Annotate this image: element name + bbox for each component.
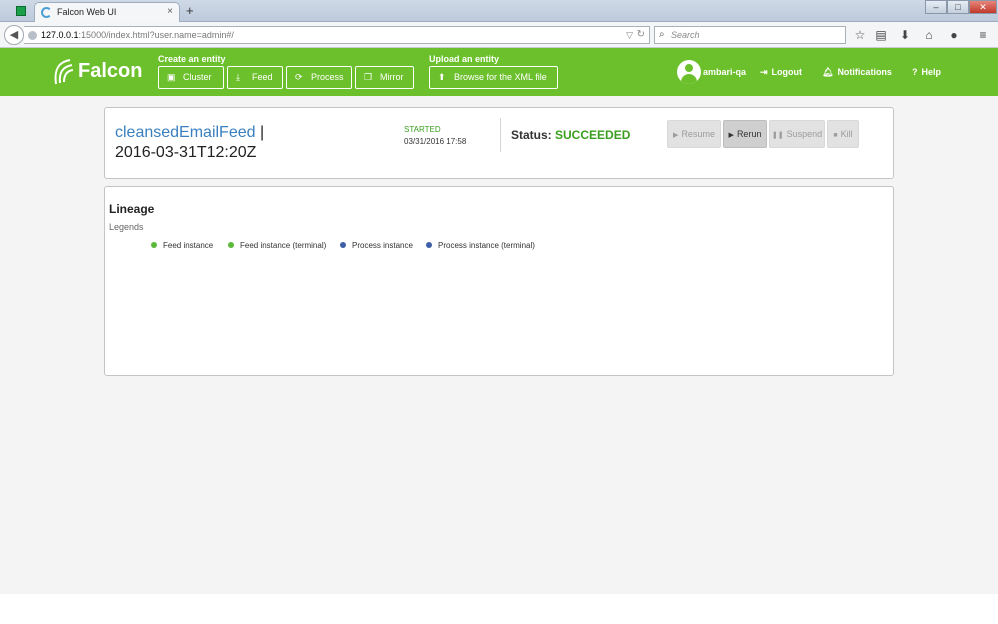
create-entity-label: Create an entity [158, 54, 226, 64]
url-dropdown-icon[interactable]: ▽ [626, 27, 633, 43]
create-process-button[interactable]: ⟳ Process [286, 66, 352, 89]
site-info-icon[interactable] [28, 31, 37, 41]
legends-label: Legends [109, 222, 144, 232]
help-icon: ? [912, 67, 918, 77]
legend-dot-icon [151, 242, 157, 248]
app-logo[interactable]: Falcon [78, 60, 142, 83]
legend-dot-icon [340, 242, 346, 248]
legend-label: Process instance (terminal) [438, 241, 535, 250]
falcon-favicon-icon [41, 7, 52, 18]
started-label: STARTED [404, 125, 441, 134]
upload-arrow-icon: ⬆ [438, 72, 446, 82]
app-header: Falcon Create an entity ▣ Cluster ⤓ Feed ⟳… [0, 48, 998, 96]
search-icon: ⌕ [659, 29, 665, 40]
url-path: :15000/index.html?user.name=admin#/ [78, 30, 234, 40]
user-avatar-icon[interactable] [677, 60, 701, 84]
cluster-icon: ▣ [167, 72, 176, 82]
falcon-logo-icon [54, 59, 74, 85]
rerun-button[interactable]: ▶ Rerun [723, 120, 767, 148]
kill-button[interactable]: ■ Kill [827, 120, 859, 148]
user-name[interactable]: ambari-qa [703, 67, 746, 77]
resume-button[interactable]: ▶ Resume [667, 120, 721, 148]
url-bar[interactable]: 127.0.0.1:15000/index.html?user.name=adm… [24, 26, 650, 44]
title-separator: | [259, 124, 265, 141]
home-icon[interactable]: ⌂ [921, 28, 937, 42]
mirror-icon: ❐ [364, 72, 373, 82]
upload-xml-button[interactable]: ⬆ Browse for the XML file [429, 66, 558, 89]
browser-nav-bar: ◀ 127.0.0.1:15000/index.html?user.name=a… [0, 22, 998, 48]
resume-label: Resume [681, 129, 715, 139]
downloads-icon[interactable]: ⬇ [897, 28, 913, 42]
legend-process-instance-terminal: Process instance (terminal) [426, 241, 535, 250]
suspend-button[interactable]: ❚❚ Suspend [769, 120, 825, 148]
legend-dot-icon [228, 242, 234, 248]
create-cluster-label: Cluster [183, 72, 212, 82]
feed-icon: ⤓ [236, 72, 240, 82]
instance-time: 2016-03-31T12:20Z [115, 144, 257, 161]
menu-icon[interactable]: ≡ [975, 28, 991, 42]
legend-label: Process instance [352, 241, 413, 250]
pause-icon: ❚❚ [771, 132, 784, 139]
kill-label: Kill [840, 129, 853, 139]
stop-icon: ■ [833, 132, 838, 139]
window-maximize-button[interactable]: □ [947, 0, 969, 14]
legend-feed-instance: Feed instance [151, 241, 213, 250]
rerun-label: Rerun [736, 129, 762, 139]
search-input[interactable]: ⌕ Search [654, 26, 846, 44]
app-favicon-icon [16, 6, 26, 16]
status-display: Status: SUCCEEDED [511, 128, 630, 142]
summary-divider [500, 118, 501, 152]
url-host: 127.0.0.1 [41, 30, 79, 40]
bell-icon: 🔔︎ [822, 67, 834, 77]
entity-title: cleansedEmailFeed | [115, 124, 264, 142]
suspend-label: Suspend [786, 129, 823, 139]
reload-icon[interactable]: ↻ [637, 27, 645, 43]
lineage-card: Lineage Legends Feed instance Feed insta… [104, 186, 894, 376]
back-button[interactable]: ◀ [4, 25, 24, 45]
notifications-label: Notifications [837, 67, 892, 77]
logout-icon: ⇥ [760, 67, 768, 77]
main-content: cleansedEmailFeed | 2016-03-31T12:20Z ST… [0, 96, 998, 594]
bookmarks-list-icon[interactable]: ▤ [873, 28, 889, 42]
window-close-button[interactable]: ✕ [969, 0, 997, 14]
search-placeholder: Search [671, 30, 700, 40]
create-cluster-button[interactable]: ▣ Cluster [158, 66, 224, 89]
entity-name-link[interactable]: cleansedEmailFeed [115, 124, 256, 141]
new-tab-button[interactable]: + [186, 3, 194, 18]
legend-feed-instance-terminal: Feed instance (terminal) [228, 241, 326, 250]
chat-icon[interactable]: ● [946, 28, 962, 42]
window-minimize-button[interactable]: – [925, 0, 947, 14]
notifications-link[interactable]: 🔔︎ Notifications [822, 67, 892, 78]
status-value: SUCCEEDED [555, 128, 631, 142]
legend-process-instance: Process instance [340, 241, 413, 250]
tab-title: Falcon Web UI [57, 7, 117, 17]
instance-summary-card: cleansedEmailFeed | 2016-03-31T12:20Z ST… [104, 107, 894, 179]
help-link[interactable]: ? Help [912, 67, 941, 77]
process-icon: ⟳ [295, 72, 303, 82]
legend-dot-icon [426, 242, 432, 248]
create-mirror-label: Mirror [380, 72, 404, 82]
browser-tab[interactable]: Falcon Web UI × [34, 2, 180, 22]
page-bottom [0, 594, 998, 624]
started-date: 03/31/2016 17:58 [404, 137, 467, 146]
play-icon: ▶ [728, 132, 734, 139]
logout-label: Logout [771, 67, 803, 77]
logout-link[interactable]: ⇥ Logout [760, 67, 802, 78]
legend-label: Feed instance (terminal) [240, 241, 327, 250]
upload-xml-label: Browse for the XML file [454, 72, 547, 82]
legend-label: Feed instance [163, 241, 214, 250]
help-label: Help [921, 67, 942, 77]
back-arrow-icon: ◀ [9, 29, 19, 41]
bookmark-star-icon[interactable]: ☆ [852, 28, 868, 42]
browser-tab-bar: Falcon Web UI × + – □ ✕ [0, 0, 998, 22]
status-label: Status: [511, 128, 552, 142]
upload-entity-label: Upload an entity [429, 54, 500, 64]
play-icon: ▶ [673, 132, 679, 139]
create-process-label: Process [311, 72, 344, 82]
create-feed-button[interactable]: ⤓ Feed [227, 66, 283, 89]
create-feed-label: Feed [252, 72, 273, 82]
create-mirror-button[interactable]: ❐ Mirror [355, 66, 414, 89]
lineage-title: Lineage [109, 202, 155, 216]
tab-close-icon[interactable]: × [167, 6, 173, 17]
